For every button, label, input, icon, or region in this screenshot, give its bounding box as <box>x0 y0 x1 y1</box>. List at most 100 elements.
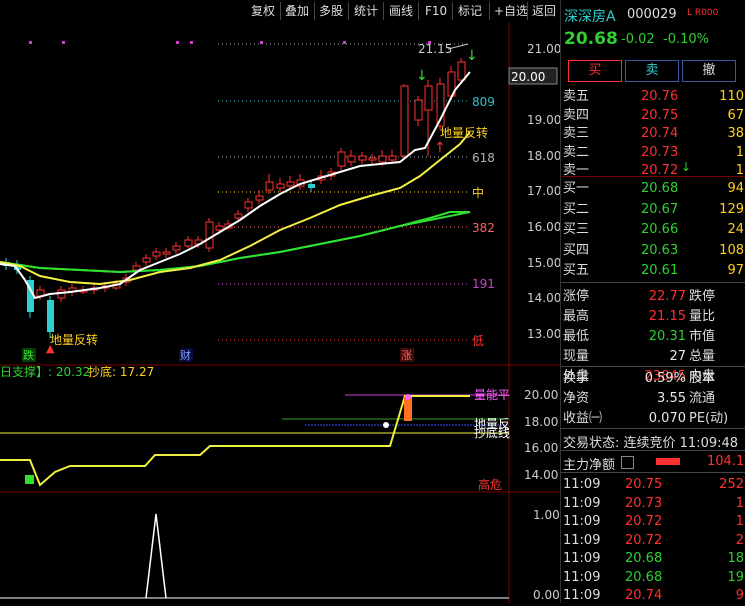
down-arrow-icon: ↓ <box>681 160 692 174</box>
bid-price: 20.66 <box>641 222 679 237</box>
bid-row[interactable]: 买一 20.68 94 <box>561 178 745 199</box>
candle-body <box>184 239 193 247</box>
ma-white-line <box>0 71 471 300</box>
price-change: -0.02 <box>621 32 655 47</box>
bid-price: 20.67 <box>641 201 679 217</box>
indicator-chaodi: 抄底: 17.27 <box>88 364 154 379</box>
candle-body <box>424 85 433 111</box>
bid-price: 20.68 <box>641 181 679 196</box>
candle-body <box>244 201 253 209</box>
candle-body <box>400 85 409 157</box>
fib-label: 低 <box>472 334 484 348</box>
stat-row: 换手 0.59% 股本 <box>561 368 745 389</box>
bid-row[interactable]: 买五 20.61 97 <box>561 260 745 281</box>
tag-zhang[interactable]: 涨 <box>401 349 412 362</box>
draw-line-button[interactable]: 画线 <box>386 2 416 20</box>
candle-body <box>388 155 397 161</box>
candle-body <box>414 99 423 121</box>
candle-body <box>308 184 315 188</box>
chart-toolbar: 复权 叠加 多股 统计 画线 F10 标记 +自选 返回 <box>0 0 558 22</box>
candle-body <box>152 251 161 257</box>
ma-yellow-line <box>0 131 471 286</box>
indicator-axis-label: 14.00 <box>524 468 558 482</box>
bid-row[interactable]: 买四 20.63 108 <box>561 240 745 261</box>
bid-level-label: 买三 <box>563 222 590 237</box>
net-flow-value: 104.1 <box>707 454 745 469</box>
signal-dot <box>176 41 179 44</box>
stat-label-2: 量比 <box>689 309 716 324</box>
candle-body <box>162 251 171 255</box>
kline-chart[interactable]: 21.00 19.00 18.00 17.00 16.00 15.00 14.0… <box>0 22 560 603</box>
stat-row: 最低 20.31 市值 <box>561 326 745 347</box>
price-axis-label: 13.00 <box>527 327 560 341</box>
sub-spike-line <box>145 513 167 599</box>
stat-label-2: 市值 <box>689 329 716 344</box>
toolbar-divider <box>280 2 281 20</box>
sub-axis-label: 1.00 <box>533 508 560 522</box>
ma-green-line <box>0 211 471 274</box>
chaodixian-label: 抄底线 <box>474 425 510 440</box>
stock-name: 深深房A <box>564 9 616 25</box>
signal-square <box>25 475 34 484</box>
signal-bar <box>404 397 412 421</box>
stat-row: 收益㈠ 0.070 PE(动) <box>561 408 745 429</box>
mark-button[interactable]: 标记 <box>455 2 485 20</box>
indicator-axis-label: 16.00 <box>524 441 558 455</box>
stat-value: 27 <box>669 349 686 364</box>
fuquan-button[interactable]: 复权 <box>248 2 278 20</box>
net-flow-label: 主力净额 <box>563 458 616 473</box>
bid-row[interactable]: 买三 20.66 24 <box>561 219 745 240</box>
trade-state: 交易状态: 连续竞价 11:09:48 <box>563 436 739 451</box>
buy-button[interactable]: 买 <box>568 60 622 82</box>
bid-level-label: 买四 <box>563 242 590 258</box>
stats-divider <box>561 450 745 451</box>
f10-button[interactable]: F10 <box>422 2 450 20</box>
price-axis-label: 19.00 <box>527 113 560 127</box>
bid-volume: 24 <box>727 222 744 237</box>
toolbar-divider <box>383 2 384 20</box>
stat-value: 20.31 <box>648 329 686 344</box>
bottom-reversal-label: 地量反转 <box>50 332 98 347</box>
quote-panel: 深深房A 000029 L R000 20.68 -0.02 -0.10% 买 … <box>560 0 745 603</box>
sell-button[interactable]: 卖 <box>625 60 679 82</box>
toolbar-divider <box>348 2 349 20</box>
bid-row[interactable]: 买二 20.67 129 <box>561 199 745 220</box>
add-watchlist-button[interactable]: +自选 <box>491 2 531 20</box>
stat-row: 现量 27 总量 <box>561 346 745 367</box>
bid-volume: 97 <box>727 263 744 278</box>
toolbar-divider <box>527 2 528 20</box>
high-price-label: 21.15 <box>418 42 452 56</box>
candle-body <box>255 195 264 201</box>
tag-cai[interactable]: 财 <box>180 348 191 362</box>
menu-icon[interactable] <box>621 456 634 469</box>
statistics-button[interactable]: 统计 <box>351 2 381 20</box>
stat-value: 22.77 <box>648 289 686 304</box>
price-axis-label: 16.00 <box>527 220 560 234</box>
toolbar-divider <box>489 2 490 20</box>
signal-dot <box>62 41 65 44</box>
bid-volume: 129 <box>719 201 744 217</box>
stock-code: 000029 <box>627 7 677 22</box>
candle-body <box>457 61 466 81</box>
candle-body <box>286 181 295 187</box>
price-axis-label: 21.00 <box>527 42 560 56</box>
back-button[interactable]: 返回 <box>529 2 559 20</box>
candle-body <box>142 257 151 263</box>
candle-body <box>132 265 141 271</box>
last-price: 20.68 <box>564 29 618 49</box>
candle-body <box>347 155 356 163</box>
tag-die[interactable]: 跌 <box>23 348 34 362</box>
overlay-button[interactable]: 叠加 <box>282 2 312 20</box>
bottom-reversal-label: 地量反转 <box>440 125 488 140</box>
indicator-axis-label: 20.00 <box>524 388 558 402</box>
signal-dot <box>383 422 389 428</box>
fib-label: 中 <box>472 185 484 200</box>
stat-label-2: 股本 <box>689 371 716 386</box>
stats-divider <box>561 472 745 473</box>
current-price-label: 20.00 <box>511 70 545 84</box>
indicator-axis-label: 18.00 <box>524 415 558 429</box>
cancel-order-button[interactable]: 撤 <box>682 60 736 82</box>
stat-label: 换手 <box>563 371 590 386</box>
multi-stock-button[interactable]: 多股 <box>316 2 346 20</box>
candle-body <box>337 151 346 167</box>
